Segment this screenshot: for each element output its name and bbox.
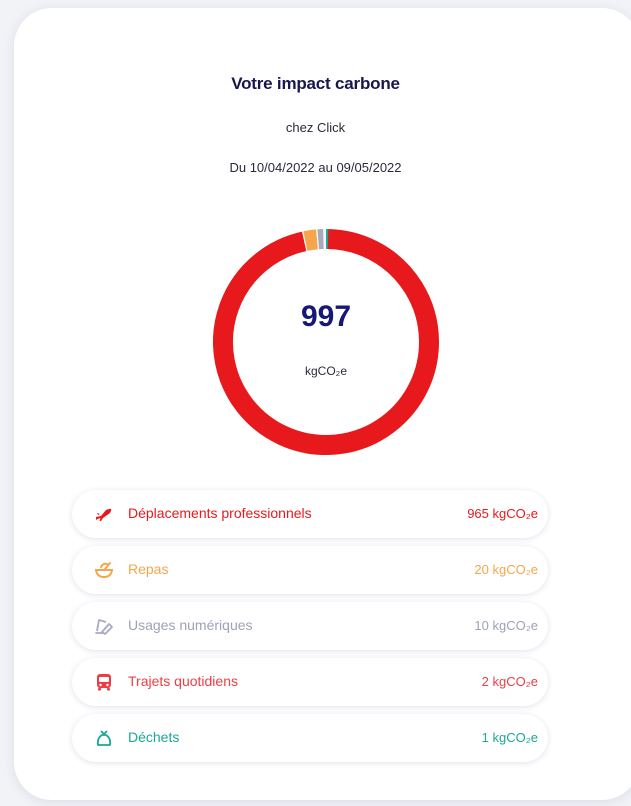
category-label: Usages numériques xyxy=(128,617,253,633)
carbon-donut-chart xyxy=(213,229,439,455)
total-emissions-unit: kgCO₂e xyxy=(304,364,347,378)
slice-business-travel xyxy=(213,229,439,455)
category-label: Repas xyxy=(128,561,169,577)
airplane-icon xyxy=(96,508,112,521)
trash-bag-icon xyxy=(96,730,112,746)
devices-icon xyxy=(95,619,113,635)
category-row-business-travel[interactable]: Déplacements professionnels 965 kgCO₂e xyxy=(72,490,548,538)
category-value: 20 kgCO₂e xyxy=(474,562,538,577)
category-value: 965 kgCO₂e xyxy=(467,506,538,521)
category-value: 2 kgCO₂e xyxy=(481,674,538,689)
category-label: Trajets quotidiens xyxy=(128,673,238,689)
bus-icon xyxy=(97,674,111,691)
category-label: Déplacements professionnels xyxy=(128,505,312,521)
category-row-commute[interactable]: Trajets quotidiens 2 kgCO₂e xyxy=(72,658,548,706)
page-title: Votre impact carbone xyxy=(231,74,400,93)
category-value: 1 kgCO₂e xyxy=(481,730,538,745)
category-label: Déchets xyxy=(128,729,180,745)
company-name: chez Click xyxy=(285,120,346,135)
category-row-waste[interactable]: Déchets 1 kgCO₂e xyxy=(72,714,548,762)
slice-meals xyxy=(303,229,318,251)
category-value: 10 kgCO₂e xyxy=(474,618,538,633)
meal-bowl-icon xyxy=(94,562,114,579)
total-emissions-value: 997 xyxy=(300,300,352,333)
category-row-meals[interactable]: Repas 20 kgCO₂e xyxy=(72,546,548,594)
category-row-digital[interactable]: Usages numériques 10 kgCO₂e xyxy=(72,602,548,650)
date-range: Du 10/04/2022 au 09/05/2022 xyxy=(229,160,402,175)
